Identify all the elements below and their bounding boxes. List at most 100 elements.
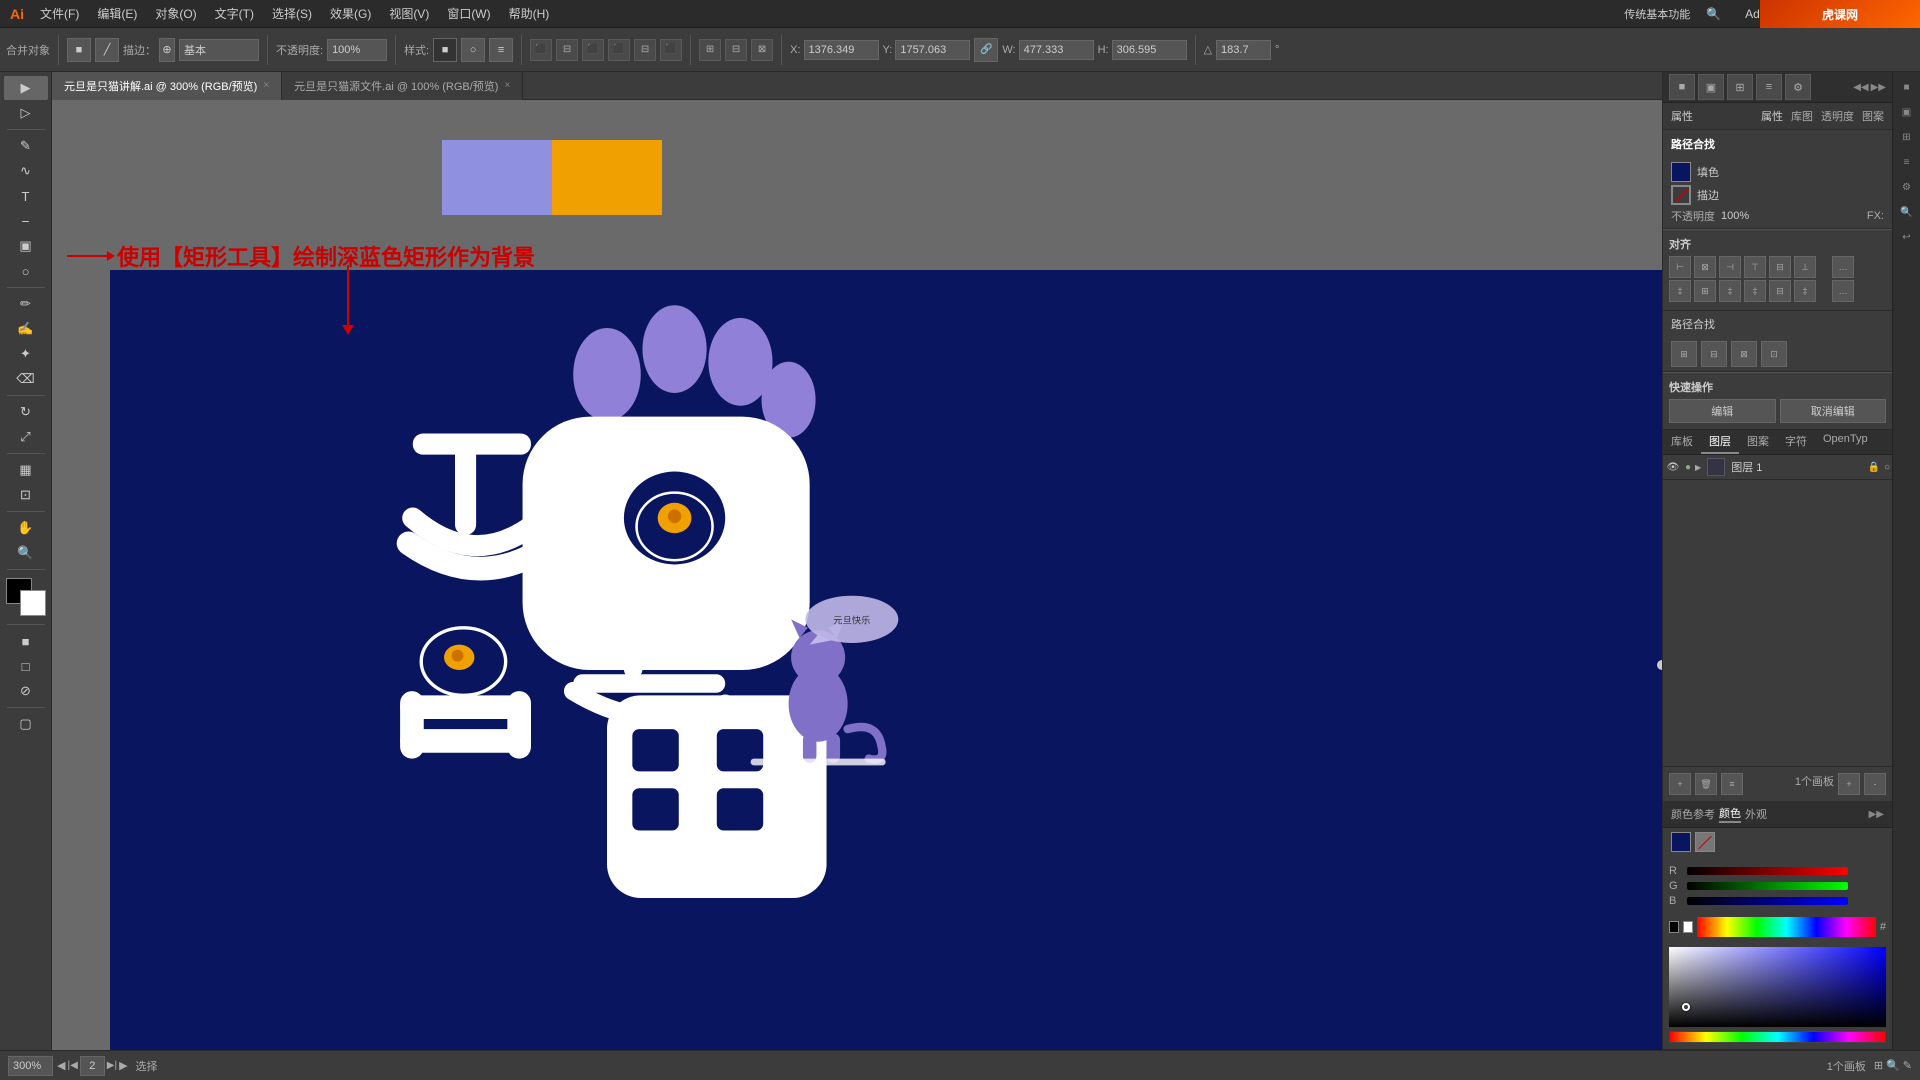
canvas-handle[interactable] — [1657, 660, 1662, 670]
color-panel-collapse[interactable]: ▶▶ — [1869, 809, 1884, 820]
panel-expand-btn[interactable]: ▶▶ — [1871, 82, 1886, 93]
select-tool[interactable]: ▶ — [4, 76, 48, 100]
dist-bottom[interactable]: ‡ — [1794, 280, 1816, 302]
distribute-h-btn[interactable]: ⊞ — [699, 39, 721, 61]
layer-more-1[interactable]: ○ — [1884, 462, 1890, 473]
or-btn-1[interactable]: ■ — [1896, 76, 1918, 98]
transparency-tab[interactable]: 透明度 — [1821, 108, 1854, 124]
no-color-btn[interactable]: ⊘ — [4, 679, 48, 703]
style-options-btn[interactable]: ≡ — [489, 38, 513, 62]
align-bottom-btn[interactable]: ⬛ — [660, 39, 682, 61]
artboard-tool[interactable]: ⊡ — [4, 483, 48, 507]
stroke-input[interactable]: 基本 — [179, 39, 259, 61]
h-input[interactable] — [1112, 40, 1187, 60]
x-input[interactable] — [804, 40, 879, 60]
current-fill-swatch[interactable] — [1671, 832, 1691, 852]
paintbrush-tool[interactable]: ✏ — [4, 292, 48, 316]
direct-select-tool[interactable]: ▷ — [4, 101, 48, 125]
hue-slider[interactable] — [1669, 1031, 1886, 1043]
align-center-h-btn[interactable]: ⊟ — [556, 39, 578, 61]
align-v-center[interactable]: ⊟ — [1769, 256, 1791, 278]
attr-tab[interactable]: 属性 — [1761, 108, 1783, 124]
b-slider[interactable] — [1687, 897, 1848, 905]
lock-aspect-btn[interactable]: 🔗 — [974, 38, 998, 62]
rotate-tool[interactable]: ↻ — [4, 400, 48, 424]
align-left-edge[interactable]: ⊢ — [1669, 256, 1691, 278]
pattern-tab[interactable]: 图案 — [1862, 108, 1884, 124]
library-tab[interactable]: 库图 — [1791, 108, 1813, 124]
scale-tool[interactable]: ⤢ — [4, 425, 48, 449]
panel-collapse-btn[interactable]: ◀◀ — [1853, 82, 1868, 93]
panel-icon-5[interactable]: ⚙ — [1785, 74, 1811, 100]
tool-btn-2[interactable]: ╱ — [95, 38, 119, 62]
shape-mode-2[interactable]: ⊟ — [1701, 341, 1727, 367]
opacity-value[interactable]: 100% — [1721, 210, 1749, 222]
text-tool[interactable]: T — [4, 184, 48, 208]
layer-eye-1[interactable]: 👁 — [1665, 459, 1681, 475]
black-swatch[interactable] — [1669, 921, 1679, 933]
menu-text[interactable]: 文字(T) — [207, 2, 262, 25]
search-btn[interactable]: 🔍 — [1698, 4, 1729, 24]
align-bottom-edge[interactable]: ⊥ — [1794, 256, 1816, 278]
layer-tab-opentype[interactable]: OpenTyp — [1815, 430, 1876, 454]
menu-view[interactable]: 视图(V) — [381, 2, 437, 25]
page-input[interactable] — [80, 1056, 105, 1076]
layer-tab-pattern[interactable]: 图案 — [1739, 430, 1777, 454]
angle-input[interactable] — [1216, 40, 1271, 60]
align-left-btn[interactable]: ⬛ — [530, 39, 552, 61]
or-btn-3[interactable]: ⊞ — [1896, 126, 1918, 148]
y-input[interactable] — [895, 40, 970, 60]
g-slider[interactable] — [1687, 882, 1848, 890]
shaper-tool[interactable]: ✦ — [4, 342, 48, 366]
status-icon-3[interactable]: ✎ — [1903, 1059, 1912, 1072]
shape-mode-3[interactable]: ⊠ — [1731, 341, 1757, 367]
shape-mode-1[interactable]: ⊞ — [1671, 341, 1697, 367]
dist-right[interactable]: ‡ — [1719, 280, 1741, 302]
menu-help[interactable]: 帮助(H) — [501, 2, 558, 25]
menu-select[interactable]: 选择(S) — [264, 2, 320, 25]
dist-h-center[interactable]: ⊞ — [1694, 280, 1716, 302]
menu-edit[interactable]: 编辑(E) — [89, 2, 145, 25]
color-gradient-picker[interactable] — [1669, 947, 1886, 1027]
distribute-v-btn[interactable]: ⊟ — [725, 39, 747, 61]
color-selector[interactable] — [6, 578, 46, 616]
line-tool[interactable]: ⎯ — [4, 209, 48, 233]
tab-2[interactable]: 元旦是只猫源文件.ai @ 100% (RGB/预览) × — [282, 72, 523, 100]
eraser-tool[interactable]: ⌫ — [4, 367, 48, 391]
layer-tab-char[interactable]: 字符 — [1777, 430, 1815, 454]
prev-page-btn[interactable]: ◀ — [57, 1059, 65, 1072]
stroke-swatch[interactable] — [1671, 185, 1691, 205]
zoom-out-layer-btn[interactable]: - — [1864, 773, 1886, 795]
pen-tool[interactable]: ✎ — [4, 134, 48, 158]
pencil-tool[interactable]: ✍ — [4, 317, 48, 341]
fill-color-btn[interactable]: ■ — [4, 629, 48, 653]
style-circle-btn[interactable]: ○ — [461, 38, 485, 62]
more-align-btn[interactable]: … — [1832, 256, 1854, 278]
panel-icon-2[interactable]: ▣ — [1698, 74, 1724, 100]
status-icon-2[interactable]: 🔍 — [1886, 1059, 1900, 1072]
rect-tool[interactable]: ▣ — [4, 234, 48, 258]
distribute-more-btn[interactable]: ⊠ — [751, 39, 773, 61]
color-spectrum[interactable] — [1697, 917, 1875, 937]
add-layer-btn[interactable]: + — [1669, 773, 1691, 795]
align-top-edge[interactable]: ⊤ — [1744, 256, 1766, 278]
dist-more[interactable]: … — [1832, 280, 1854, 302]
w-input[interactable] — [1019, 40, 1094, 60]
align-center-v-btn[interactable]: ⊟ — [634, 39, 656, 61]
color-tab[interactable]: 颜色 — [1719, 805, 1741, 823]
dist-top[interactable]: ‡ — [1744, 280, 1766, 302]
panel-icon-4[interactable]: ≡ — [1756, 74, 1782, 100]
layer-options-btn[interactable]: ≡ — [1721, 773, 1743, 795]
zoom-in-layer-btn[interactable]: + — [1838, 773, 1860, 795]
panel-icon-1[interactable]: ■ — [1669, 74, 1695, 100]
menu-effect[interactable]: 效果(G) — [322, 2, 379, 25]
column-graph-tool[interactable]: ▦ — [4, 458, 48, 482]
tab-2-close[interactable]: × — [504, 80, 510, 91]
white-swatch[interactable] — [1683, 921, 1693, 933]
background-color[interactable] — [20, 590, 46, 616]
stroke-dropdown-btn[interactable]: ⊕ — [159, 38, 175, 62]
edit-btn[interactable]: 编辑 — [1669, 399, 1776, 423]
next-page-btn[interactable]: ▶ — [119, 1059, 127, 1072]
appearance-tab[interactable]: 外观 — [1745, 806, 1767, 822]
stroke-color-btn[interactable]: □ — [4, 654, 48, 678]
